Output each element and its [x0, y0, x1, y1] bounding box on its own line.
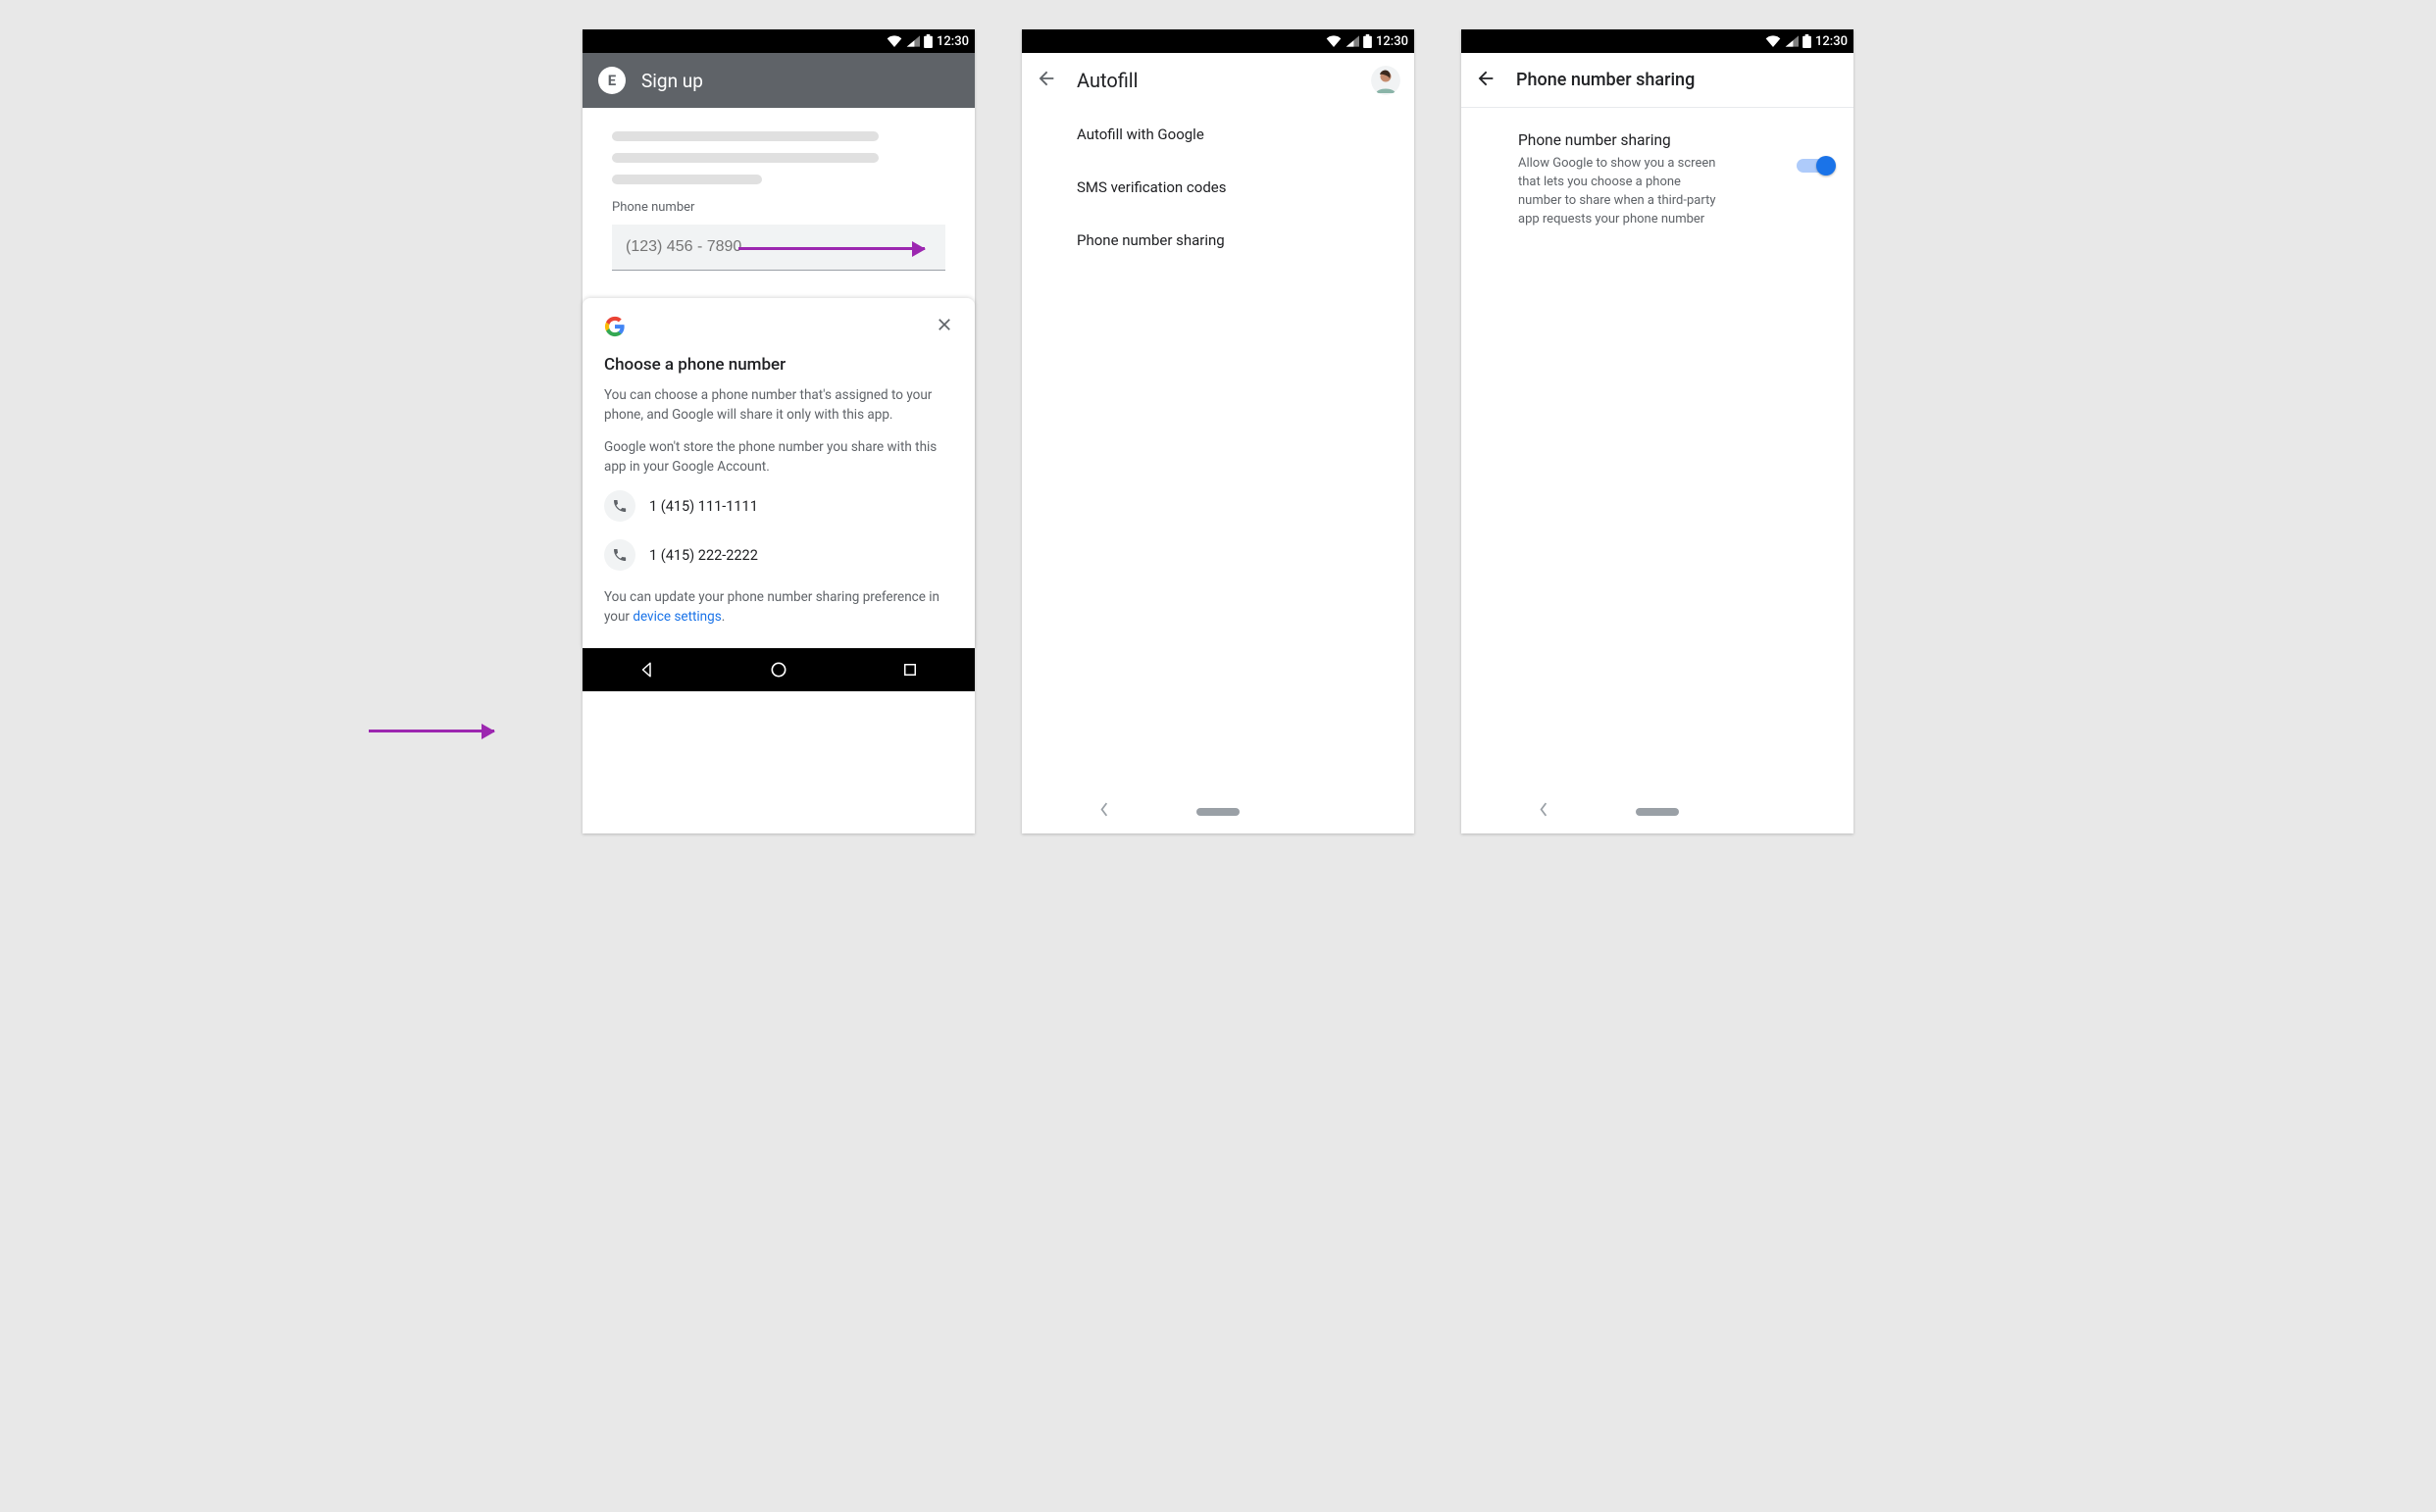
sheet-title: Choose a phone number — [604, 355, 953, 375]
account-avatar[interactable] — [1371, 66, 1400, 95]
nav-back-icon[interactable] — [1538, 802, 1549, 823]
placeholder-line — [612, 175, 762, 184]
back-button[interactable] — [1036, 68, 1057, 93]
nav-home-icon[interactable] — [769, 660, 788, 680]
placeholder-line — [612, 131, 879, 141]
settings-item-phone-sharing[interactable]: Phone number sharing — [1022, 214, 1414, 267]
cellular-icon — [906, 35, 920, 47]
google-g-icon — [604, 316, 626, 337]
battery-icon — [924, 34, 933, 48]
status-bar: 12:30 — [583, 29, 975, 53]
flow-arrow — [738, 247, 925, 250]
battery-icon — [1363, 34, 1372, 48]
app-bar: Autofill — [1022, 53, 1414, 108]
status-bar: 12:30 — [1022, 29, 1414, 53]
phone-field-label: Phone number — [612, 200, 945, 215]
page-title: Phone number sharing — [1516, 70, 1695, 90]
settings-body: Phone number sharing Allow Google to sho… — [1461, 108, 1853, 252]
app-logo: E — [598, 67, 626, 94]
wifi-icon — [1326, 35, 1342, 47]
battery-icon — [1802, 34, 1811, 48]
device-settings-link[interactable]: device settings — [633, 609, 721, 625]
nav-home-pill[interactable] — [1636, 808, 1679, 816]
settings-list: Autofill with Google SMS verification co… — [1022, 108, 1414, 449]
app-bar: Phone number sharing — [1461, 53, 1853, 108]
placeholder-line — [612, 153, 879, 163]
phone-icon — [604, 539, 635, 571]
setting-toggle[interactable] — [1797, 155, 1836, 176]
nav-home-pill[interactable] — [1196, 808, 1240, 816]
setting-title: Phone number sharing — [1518, 131, 1779, 149]
setting-row-phone-sharing[interactable]: Phone number sharing Allow Google to sho… — [1479, 131, 1836, 228]
phone-hint-sheet: Choose a phone number You can choose a p… — [583, 298, 975, 648]
setting-description: Allow Google to show you a screen that l… — [1518, 155, 1724, 228]
nav-back-icon[interactable] — [638, 661, 656, 679]
status-time: 12:30 — [937, 34, 969, 49]
app-bar: E Sign up — [583, 53, 975, 108]
page-title: Autofill — [1077, 69, 1351, 92]
phone-icon — [604, 490, 635, 522]
settings-item-autofill-google[interactable]: Autofill with Google — [1022, 108, 1414, 161]
screenshot-autofill: 12:30 Autofill Autofill with Google SMS … — [1022, 29, 1414, 833]
status-bar: 12:30 — [1461, 29, 1853, 53]
status-time: 12:30 — [1815, 34, 1848, 49]
phone-option-number: 1 (415) 222-2222 — [649, 547, 758, 564]
flow-arrow — [369, 730, 494, 732]
phone-option[interactable]: 1 (415) 111-1111 — [604, 490, 953, 522]
nav-back-icon[interactable] — [1098, 802, 1110, 823]
app-bar-title: Sign up — [641, 70, 703, 92]
wifi-icon — [1765, 35, 1781, 47]
screenshot-signup: 12:30 E Sign up Phone number — [583, 29, 975, 833]
close-button[interactable] — [936, 316, 953, 337]
android-nav-bar — [1022, 790, 1414, 833]
screenshot-phone-sharing: 12:30 Phone number sharing Phone number … — [1461, 29, 1853, 833]
settings-item-sms-codes[interactable]: SMS verification codes — [1022, 161, 1414, 214]
cellular-icon — [1345, 35, 1359, 47]
android-nav-bar — [583, 648, 975, 691]
sheet-paragraph: Google won't store the phone number you … — [604, 438, 953, 477]
android-nav-bar — [1461, 790, 1853, 833]
sheet-paragraph: You can choose a phone number that's ass… — [604, 386, 953, 425]
status-time: 12:30 — [1376, 34, 1408, 49]
back-button[interactable] — [1475, 68, 1497, 93]
phone-option-number: 1 (415) 111-1111 — [649, 498, 758, 515]
wifi-icon — [887, 35, 902, 47]
sheet-footer: You can update your phone number sharing… — [604, 588, 953, 627]
cellular-icon — [1785, 35, 1799, 47]
nav-recents-icon[interactable] — [901, 661, 919, 679]
sheet-footer-text: . — [722, 609, 726, 625]
phone-option[interactable]: 1 (415) 222-2222 — [604, 539, 953, 571]
